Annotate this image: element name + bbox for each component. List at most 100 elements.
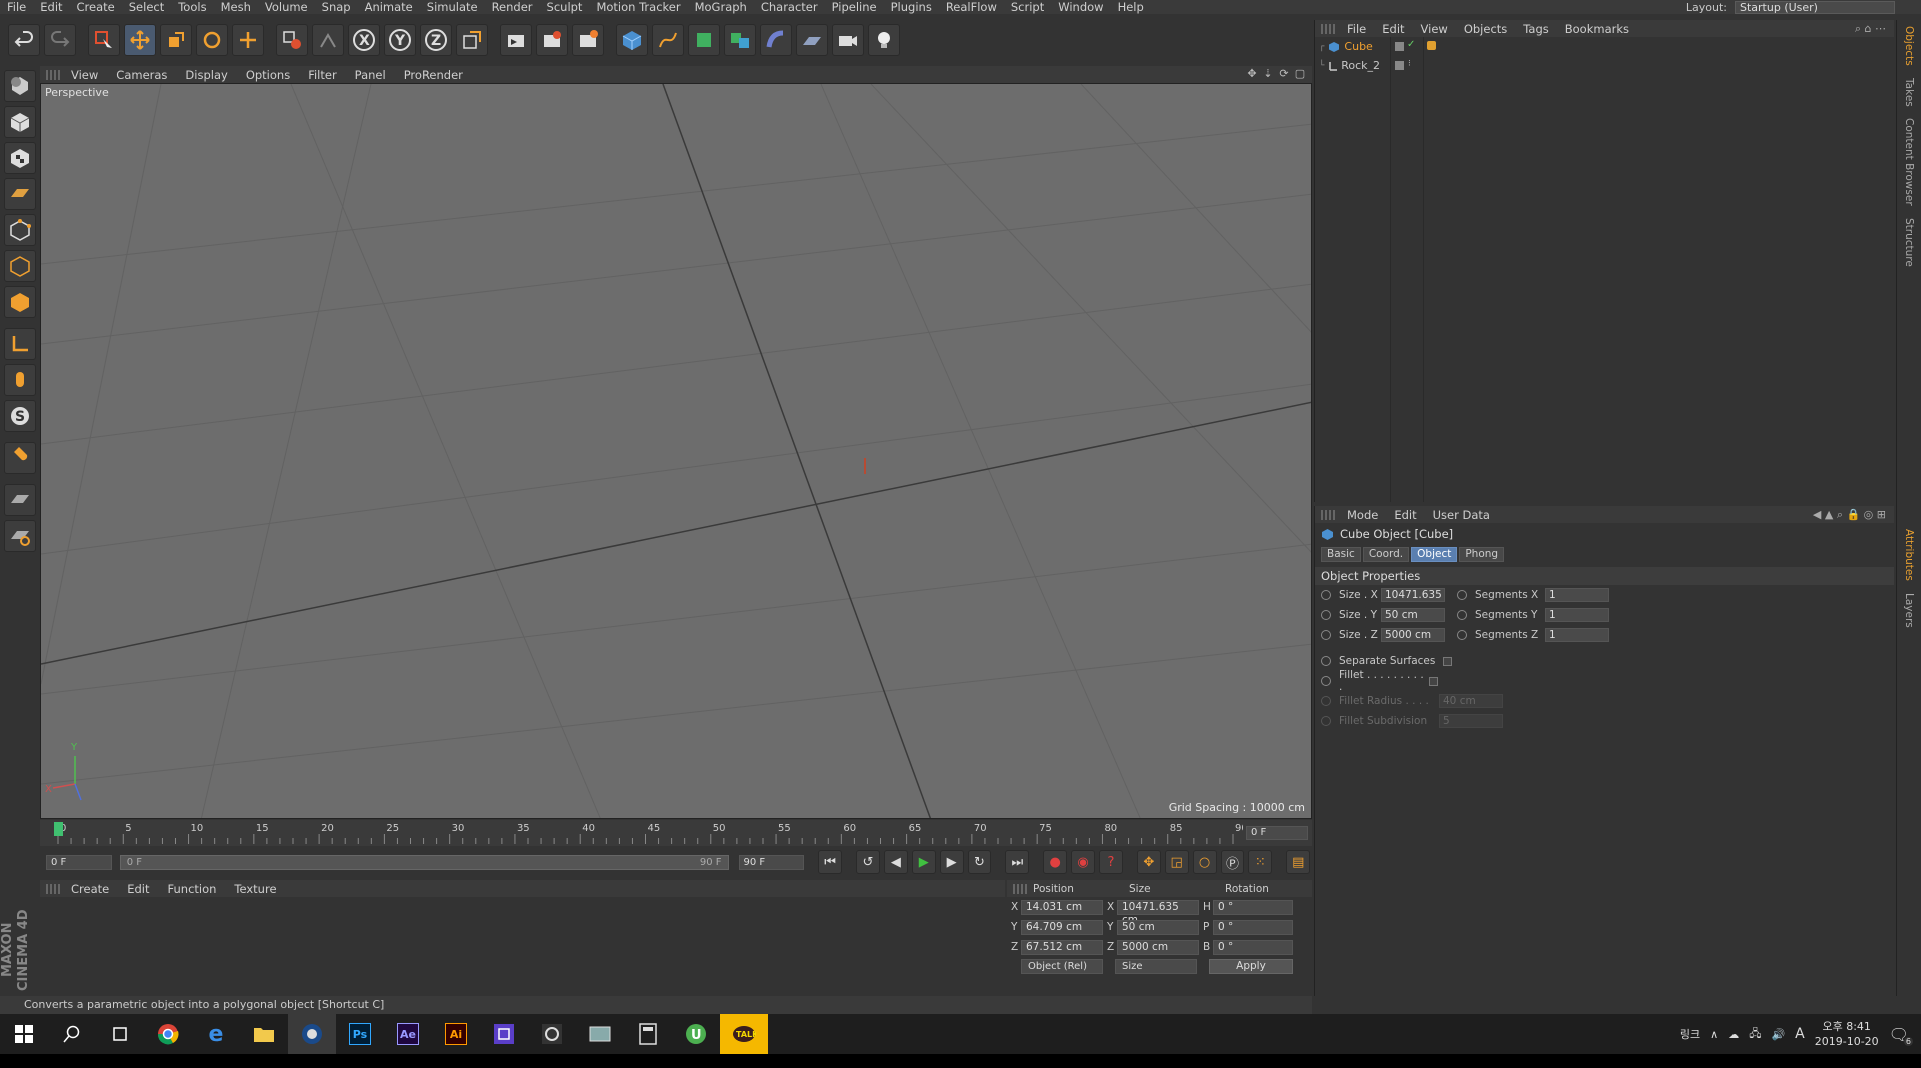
task-view-button[interactable] <box>96 1014 144 1054</box>
attributes-menu-mode[interactable]: Mode <box>1339 508 1386 522</box>
animate-radio-icon[interactable] <box>1321 610 1331 620</box>
preview-range-slider[interactable]: 0 F 90 F <box>119 854 729 870</box>
render-view-button[interactable] <box>500 24 532 56</box>
utorrent-taskbar-button[interactable]: U <box>672 1014 720 1054</box>
animate-radio-icon[interactable] <box>1321 676 1331 686</box>
rotate-tool-button[interactable] <box>196 24 228 56</box>
animate-radio-icon[interactable] <box>1321 630 1331 640</box>
prev-frame-button[interactable]: ◀ <box>883 850 908 874</box>
coord-grip-icon[interactable] <box>1013 883 1027 894</box>
menu-script[interactable]: Script <box>1004 0 1051 14</box>
ime-indicator[interactable]: A <box>1795 1026 1805 1042</box>
position-z-field[interactable]: 67.512 cm <box>1021 939 1103 955</box>
menu-volume[interactable]: Volume <box>258 0 315 14</box>
play-button[interactable]: ▶ <box>911 850 936 874</box>
menu-edit[interactable]: Edit <box>33 0 69 14</box>
menu-create[interactable]: Create <box>70 0 122 14</box>
tray-link-label[interactable]: 링크 <box>1680 1026 1700 1042</box>
scale-tool-button[interactable] <box>160 24 192 56</box>
redo-button[interactable] <box>44 24 76 56</box>
menu-simulate[interactable]: Simulate <box>420 0 485 14</box>
separate-surfaces-checkbox[interactable] <box>1443 656 1453 666</box>
app-taskbar-button[interactable] <box>480 1014 528 1054</box>
key-parameter-button[interactable]: Ⓟ <box>1220 850 1245 874</box>
material-menu-create[interactable]: Create <box>62 882 118 896</box>
tab-coord[interactable]: Coord. <box>1362 546 1410 562</box>
snap-button[interactable]: S <box>4 400 36 432</box>
phong-tag-icon[interactable] <box>1427 41 1436 50</box>
search-icon[interactable]: ⌕ ⌂ ⋯ <box>1855 22 1886 36</box>
workplane-lock-button[interactable] <box>4 484 36 516</box>
viewport-menu-panel[interactable]: Panel <box>346 68 395 82</box>
animate-radio-icon[interactable] <box>1457 610 1467 620</box>
tab-object[interactable]: Object <box>1411 546 1458 562</box>
live-selection-button[interactable] <box>88 24 120 56</box>
side-tab-objects[interactable]: Objects <box>1903 20 1915 72</box>
autokey-button[interactable]: ◉ <box>1071 850 1096 874</box>
planar-workplane-button[interactable] <box>4 520 36 552</box>
notifications-icon[interactable]: 🗨 6 <box>1889 1025 1913 1046</box>
objects-menu-bookmarks[interactable]: Bookmarks <box>1557 22 1637 36</box>
viewport-menu-display[interactable]: Display <box>176 68 236 82</box>
taskbar-clock[interactable]: 오후 8:41 2019-10-20 <box>1815 1019 1879 1049</box>
menu-window[interactable]: Window <box>1051 0 1110 14</box>
menu-mograph[interactable]: MoGraph <box>688 0 754 14</box>
after-effects-taskbar-button[interactable]: Ae <box>384 1014 432 1054</box>
tab-basic[interactable]: Basic <box>1321 546 1361 562</box>
polygon-mode-button[interactable] <box>4 286 36 318</box>
position-y-field[interactable]: 64.709 cm <box>1021 919 1103 935</box>
next-keyframe-button[interactable]: ↻ <box>967 850 992 874</box>
animate-radio-icon[interactable] <box>1457 590 1467 600</box>
menu-render[interactable]: Render <box>485 0 540 14</box>
material-grip-icon[interactable] <box>46 883 60 894</box>
go-to-start-button[interactable]: ⏮ <box>818 850 843 874</box>
layer-icon[interactable] <box>1395 61 1404 70</box>
y-axis-lock-button[interactable]: Y <box>384 24 416 56</box>
menu-character[interactable]: Character <box>754 0 825 14</box>
menu-snap[interactable]: Snap <box>315 0 358 14</box>
objects-menu-file[interactable]: File <box>1339 22 1374 36</box>
menu-plugins[interactable]: Plugins <box>884 0 939 14</box>
start-frame-field[interactable]: 0 F <box>46 854 112 870</box>
menu-animate[interactable]: Animate <box>358 0 420 14</box>
current-frame-field[interactable]: 0 F <box>1246 826 1308 840</box>
start-button[interactable] <box>0 1014 48 1054</box>
make-editable-button[interactable] <box>4 70 36 102</box>
rotation-h-field[interactable]: 0 ° <box>1213 899 1293 915</box>
viewport-menu-view[interactable]: View <box>62 68 107 82</box>
perspective-viewport[interactable]: Y X Perspective Grid Spacing : 10000 cm <box>40 83 1312 819</box>
apply-button[interactable]: Apply <box>1209 959 1293 974</box>
go-to-end-button[interactable]: ⏭ <box>1005 850 1030 874</box>
coord-mode-dropdown[interactable]: Object (Rel) <box>1021 959 1103 974</box>
key-pla-button[interactable]: ⁙ <box>1248 850 1273 874</box>
objects-menu-objects[interactable]: Objects <box>1456 22 1515 36</box>
viewport-menu-options[interactable]: Options <box>237 68 299 82</box>
move-tool-button[interactable] <box>124 24 156 56</box>
add-camera-button[interactable] <box>832 24 864 56</box>
edge-taskbar-button[interactable]: e <box>192 1014 240 1054</box>
orbit-icon[interactable]: ⟳ <box>1278 68 1290 80</box>
add-floor-button[interactable] <box>796 24 828 56</box>
pan-icon[interactable]: ✥ <box>1246 68 1258 80</box>
position-x-field[interactable]: 14.031 cm <box>1021 899 1103 915</box>
fillet-checkbox[interactable] <box>1429 676 1438 686</box>
end-frame-field[interactable]: 90 F <box>738 854 805 870</box>
bone-button[interactable] <box>312 24 344 56</box>
kakaotalk-taskbar-button[interactable]: TALK <box>720 1014 768 1054</box>
menu-mesh[interactable]: Mesh <box>214 0 258 14</box>
menu-select[interactable]: Select <box>122 0 171 14</box>
animate-radio-icon[interactable] <box>1321 590 1331 600</box>
side-tab-takes[interactable]: Takes <box>1903 72 1915 113</box>
coordinate-system-button[interactable] <box>456 24 488 56</box>
illustrator-taskbar-button[interactable]: Ai <box>432 1014 480 1054</box>
timeline-window-button[interactable]: ▤ <box>1286 850 1311 874</box>
tweak-mode-button[interactable] <box>4 364 36 396</box>
menu-realflow[interactable]: RealFlow <box>939 0 1004 14</box>
render-settings-button[interactable] <box>572 24 604 56</box>
rotation-b-field[interactable]: 0 ° <box>1213 939 1293 955</box>
photoshop-taskbar-button[interactable]: Ps <box>336 1014 384 1054</box>
calculator-taskbar-button[interactable] <box>624 1014 672 1054</box>
add-spline-button[interactable] <box>652 24 684 56</box>
animate-radio-icon[interactable] <box>1457 630 1467 640</box>
z-axis-lock-button[interactable]: Z <box>420 24 452 56</box>
